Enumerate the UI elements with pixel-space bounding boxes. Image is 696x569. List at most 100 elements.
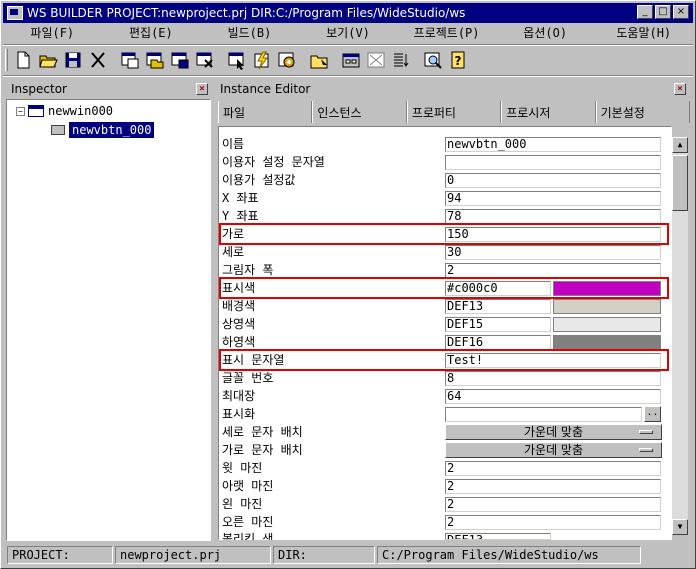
search-magnifier-icon[interactable] bbox=[421, 48, 445, 72]
scroll-down-button[interactable]: ▼ bbox=[672, 519, 688, 535]
prop-label-vertical-align: 세로 문자 배치 bbox=[222, 425, 303, 439]
menu-separator bbox=[3, 44, 693, 46]
prop-field-bottom-color[interactable]: DEF16 bbox=[445, 335, 551, 350]
tree-node-root[interactable]: − newwin000 bbox=[16, 103, 113, 119]
prop-field-left-margin[interactable]: 2 bbox=[445, 497, 661, 512]
maximize-button[interactable]: □ bbox=[655, 5, 671, 19]
close-window-icon[interactable] bbox=[193, 48, 217, 72]
window-title: WS BUILDER PROJECT:newproject.prj DIR:C:… bbox=[27, 6, 466, 20]
prop-field-max-length[interactable]: 64 bbox=[445, 389, 661, 404]
editor-close-button[interactable]: × bbox=[674, 83, 686, 95]
bottom-color-swatch[interactable] bbox=[553, 335, 661, 350]
save-disk-icon[interactable] bbox=[61, 48, 85, 72]
window-icon bbox=[28, 105, 44, 117]
tree-node-label-selected: newvbtn_000 bbox=[69, 122, 155, 138]
help-question-icon[interactable]: ? bbox=[446, 48, 470, 72]
build-lightning-icon[interactable] bbox=[250, 48, 274, 72]
inspector-close-button[interactable]: × bbox=[196, 83, 208, 95]
prop-field-y[interactable]: 78 bbox=[445, 209, 661, 224]
menu-file[interactable]: 파일(F) bbox=[3, 23, 102, 43]
prop-label-width: 가로 bbox=[222, 227, 245, 241]
prop-field-shadow-width[interactable]: 2 bbox=[445, 263, 661, 278]
tab-instance[interactable]: 인스턴스 bbox=[312, 101, 407, 123]
prop-field-font-number[interactable]: 8 bbox=[445, 371, 661, 386]
menu-options[interactable]: 옵션(O) bbox=[496, 23, 595, 43]
prop-label-display-string: 표시 문자열 bbox=[222, 353, 285, 367]
open-window-icon[interactable] bbox=[143, 48, 167, 72]
vertical-align-select[interactable]: 가운데 맞춤 bbox=[445, 424, 662, 440]
option-menu-indicator-icon bbox=[639, 448, 653, 452]
horizontal-align-select[interactable]: 가운데 맞춤 bbox=[445, 442, 662, 458]
browse-button[interactable]: .. bbox=[644, 406, 661, 422]
prop-label-y: Y 좌표 bbox=[222, 209, 259, 223]
prop-label-height: 세로 bbox=[222, 245, 245, 259]
vertical-scrollbar[interactable]: ▲ ▼ bbox=[672, 137, 688, 535]
scroll-thumb[interactable] bbox=[672, 155, 688, 211]
prop-field-height[interactable]: 30 bbox=[445, 245, 661, 260]
button-widget-icon bbox=[51, 125, 65, 135]
prop-label-fore-color: 표시색 bbox=[222, 281, 256, 295]
dialog-icon[interactable] bbox=[339, 48, 363, 72]
window-controls: _ □ × bbox=[635, 5, 689, 19]
grid-icon[interactable] bbox=[364, 48, 388, 72]
prop-field-border-color[interactable]: DEF13 bbox=[445, 533, 551, 540]
prop-field-display-string[interactable]: Test! bbox=[445, 353, 661, 368]
minimize-button[interactable]: _ bbox=[637, 5, 653, 19]
prop-field-x[interactable]: 94 bbox=[445, 191, 661, 206]
app-window: WS BUILDER PROJECT:newproject.prj DIR:C:… bbox=[0, 0, 696, 569]
prop-field-back-color[interactable]: DEF13 bbox=[445, 299, 551, 314]
prop-field-display-image[interactable] bbox=[445, 407, 642, 422]
prop-label-bottom-margin: 아랫 마진 bbox=[222, 479, 274, 493]
menu-help[interactable]: 도움말(H) bbox=[594, 23, 693, 43]
toolbar-grip[interactable] bbox=[5, 49, 8, 71]
run-gear-icon[interactable] bbox=[275, 48, 299, 72]
title-bar[interactable]: WS BUILDER PROJECT:newproject.prj DIR:C:… bbox=[3, 3, 693, 23]
new-window-icon[interactable] bbox=[118, 48, 142, 72]
toolbar: ? bbox=[5, 47, 471, 73]
prop-field-name[interactable]: newvbtn_000 bbox=[445, 137, 661, 152]
inspector-title: Inspector bbox=[11, 82, 67, 96]
inspector-tree: − newwin000 newvbtn_000 bbox=[6, 99, 211, 541]
cut-scissors-icon[interactable] bbox=[86, 48, 110, 72]
prop-field-user-string[interactable] bbox=[445, 155, 661, 170]
folder-arrow-icon[interactable] bbox=[307, 48, 331, 72]
list-icon[interactable] bbox=[389, 48, 413, 72]
prop-label-right-margin: 오른 마진 bbox=[222, 515, 274, 529]
menu-project[interactable]: 프로젝트(P) bbox=[397, 23, 496, 43]
close-window-button[interactable]: × bbox=[673, 5, 689, 19]
scroll-up-button[interactable]: ▲ bbox=[672, 137, 688, 153]
menu-bar: 파일(F) 편집(E) 빌드(B) 보기(V) 프로젝트(P) 옵션(O) 도움… bbox=[3, 23, 693, 43]
prop-label-max-length: 최대장 bbox=[222, 389, 256, 403]
prop-label-horizontal-align: 가로 문자 배치 bbox=[222, 443, 303, 457]
open-folder-icon[interactable] bbox=[36, 48, 60, 72]
select-region-icon[interactable] bbox=[225, 48, 249, 72]
menu-view[interactable]: 보기(V) bbox=[299, 23, 398, 43]
tab-preferences[interactable]: 기본설정 bbox=[595, 101, 691, 123]
tab-file[interactable]: 파일 bbox=[218, 101, 313, 123]
prop-field-fore-color[interactable]: #c000c0 bbox=[445, 281, 551, 296]
prop-field-bottom-margin[interactable]: 2 bbox=[445, 479, 661, 494]
tree-collapse-icon[interactable]: − bbox=[16, 106, 25, 116]
tab-procedure[interactable]: 프로시저 bbox=[501, 101, 596, 123]
editor-title: Instance Editor bbox=[220, 82, 311, 96]
tree-node-child[interactable]: newvbtn_000 bbox=[51, 122, 155, 138]
menu-build[interactable]: 빌드(B) bbox=[200, 23, 299, 43]
prop-field-right-margin[interactable]: 2 bbox=[445, 515, 661, 530]
prop-label-bottom-color: 하영색 bbox=[222, 335, 256, 349]
prop-field-width[interactable]: 150 bbox=[445, 227, 661, 242]
tree-node-label: newwin000 bbox=[48, 104, 114, 118]
prop-field-top-color[interactable]: DEF15 bbox=[445, 317, 551, 332]
status-dir-label: DIR: bbox=[273, 546, 375, 564]
fore-color-swatch[interactable] bbox=[553, 281, 661, 296]
prop-field-top-margin[interactable]: 2 bbox=[445, 461, 661, 476]
top-color-swatch[interactable] bbox=[553, 317, 661, 332]
menu-edit[interactable]: 편집(E) bbox=[102, 23, 201, 43]
prop-field-user-value[interactable]: 0 bbox=[445, 173, 661, 188]
toolbar-separator bbox=[3, 75, 693, 77]
app-icon[interactable] bbox=[7, 6, 23, 20]
new-file-icon[interactable] bbox=[11, 48, 35, 72]
tab-property[interactable]: 프로퍼티 bbox=[406, 101, 502, 123]
option-menu-indicator-icon bbox=[639, 430, 653, 434]
back-color-swatch[interactable] bbox=[553, 299, 661, 314]
save-window-icon[interactable] bbox=[168, 48, 192, 72]
